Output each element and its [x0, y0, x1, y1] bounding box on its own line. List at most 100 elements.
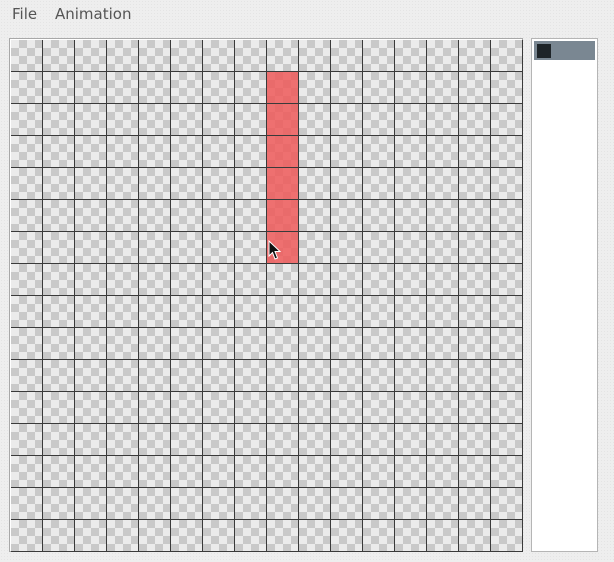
pixel-cell[interactable] [363, 136, 395, 168]
pixel-cell[interactable] [171, 296, 203, 328]
pixel-cell[interactable] [299, 72, 331, 104]
pixel-cell[interactable] [299, 200, 331, 232]
pixel-cell[interactable] [331, 296, 363, 328]
pixel-cell[interactable] [139, 168, 171, 200]
pixel-cell[interactable] [107, 168, 139, 200]
pixel-cell[interactable] [459, 232, 491, 264]
pixel-cell[interactable] [43, 360, 75, 392]
pixel-cell[interactable] [491, 520, 523, 552]
pixel-cell[interactable] [43, 168, 75, 200]
pixel-cell[interactable] [11, 360, 43, 392]
pixel-cell[interactable] [139, 40, 171, 72]
pixel-cell[interactable] [459, 360, 491, 392]
pixel-cell[interactable] [459, 392, 491, 424]
pixel-cell[interactable] [171, 168, 203, 200]
pixel-cell[interactable] [459, 136, 491, 168]
pixel-cell[interactable] [459, 200, 491, 232]
pixel-cell[interactable] [11, 488, 43, 520]
pixel-cell[interactable] [427, 328, 459, 360]
pixel-cell[interactable] [75, 40, 107, 72]
pixel-cell[interactable] [491, 456, 523, 488]
pixel-cell[interactable] [75, 328, 107, 360]
pixel-cell[interactable] [139, 392, 171, 424]
pixel-cell[interactable] [203, 360, 235, 392]
menu-file[interactable]: File [12, 5, 37, 23]
pixel-cell[interactable] [427, 488, 459, 520]
pixel-cell[interactable] [235, 520, 267, 552]
pixel-cell[interactable] [171, 328, 203, 360]
pixel-cell[interactable] [139, 328, 171, 360]
pixel-cell[interactable] [363, 328, 395, 360]
pixel-cell[interactable] [235, 360, 267, 392]
pixel-cell[interactable] [75, 232, 107, 264]
pixel-cell[interactable] [331, 232, 363, 264]
pixel-cell[interactable] [203, 424, 235, 456]
pixel-cell[interactable] [363, 104, 395, 136]
pixel-cell[interactable] [395, 136, 427, 168]
pixel-cell[interactable] [139, 136, 171, 168]
pixel-cell[interactable] [395, 456, 427, 488]
pixel-cell[interactable] [75, 392, 107, 424]
pixel-cell[interactable] [331, 520, 363, 552]
pixel-cell[interactable] [139, 456, 171, 488]
pixel-cell[interactable] [139, 200, 171, 232]
pixel-cell[interactable] [11, 104, 43, 136]
pixel-cell[interactable] [107, 488, 139, 520]
pixel-cell[interactable] [43, 456, 75, 488]
pixel-grid[interactable] [11, 40, 523, 552]
pixel-cell[interactable] [459, 520, 491, 552]
pixel-cell[interactable] [139, 104, 171, 136]
pixel-cell[interactable] [363, 360, 395, 392]
pixel-cell[interactable] [75, 72, 107, 104]
pixel-cell[interactable] [491, 104, 523, 136]
pixel-cell[interactable] [363, 296, 395, 328]
pixel-cell[interactable] [331, 488, 363, 520]
pixel-cell[interactable] [11, 136, 43, 168]
pixel-cell[interactable] [75, 360, 107, 392]
pixel-cell[interactable] [427, 72, 459, 104]
pixel-cell[interactable] [427, 40, 459, 72]
pixel-cell[interactable] [395, 360, 427, 392]
pixel-cell[interactable] [363, 168, 395, 200]
pixel-cell[interactable] [43, 424, 75, 456]
pixel-cell[interactable] [43, 296, 75, 328]
pixel-cell[interactable] [267, 232, 299, 264]
pixel-cell[interactable] [235, 40, 267, 72]
pixel-cell[interactable] [491, 488, 523, 520]
pixel-cell[interactable] [395, 296, 427, 328]
pixel-cell[interactable] [235, 168, 267, 200]
pixel-cell[interactable] [363, 456, 395, 488]
pixel-cell[interactable] [491, 392, 523, 424]
pixel-cell[interactable] [171, 104, 203, 136]
pixel-cell[interactable] [267, 40, 299, 72]
pixel-cell[interactable] [107, 136, 139, 168]
pixel-cell[interactable] [43, 232, 75, 264]
pixel-cell[interactable] [363, 72, 395, 104]
pixel-cell[interactable] [203, 296, 235, 328]
pixel-cell[interactable] [331, 40, 363, 72]
pixel-cell[interactable] [11, 232, 43, 264]
pixel-cell[interactable] [427, 360, 459, 392]
pixel-cell[interactable] [235, 200, 267, 232]
pixel-cell[interactable] [75, 424, 107, 456]
pixel-cell[interactable] [139, 264, 171, 296]
pixel-cell[interactable] [267, 168, 299, 200]
pixel-cell[interactable] [75, 264, 107, 296]
pixel-cell[interactable] [11, 40, 43, 72]
pixel-cell[interactable] [299, 488, 331, 520]
pixel-cell[interactable] [491, 264, 523, 296]
pixel-cell[interactable] [299, 40, 331, 72]
pixel-cell[interactable] [427, 264, 459, 296]
pixel-cell[interactable] [43, 392, 75, 424]
pixel-cell[interactable] [235, 136, 267, 168]
pixel-cell[interactable] [171, 360, 203, 392]
pixel-cell[interactable] [427, 520, 459, 552]
pixel-cell[interactable] [395, 328, 427, 360]
pixel-cell[interactable] [395, 40, 427, 72]
pixel-cell[interactable] [427, 456, 459, 488]
pixel-cell[interactable] [459, 72, 491, 104]
pixel-cell[interactable] [203, 72, 235, 104]
pixel-cell[interactable] [331, 264, 363, 296]
pixel-cell[interactable] [395, 424, 427, 456]
pixel-cell[interactable] [267, 200, 299, 232]
